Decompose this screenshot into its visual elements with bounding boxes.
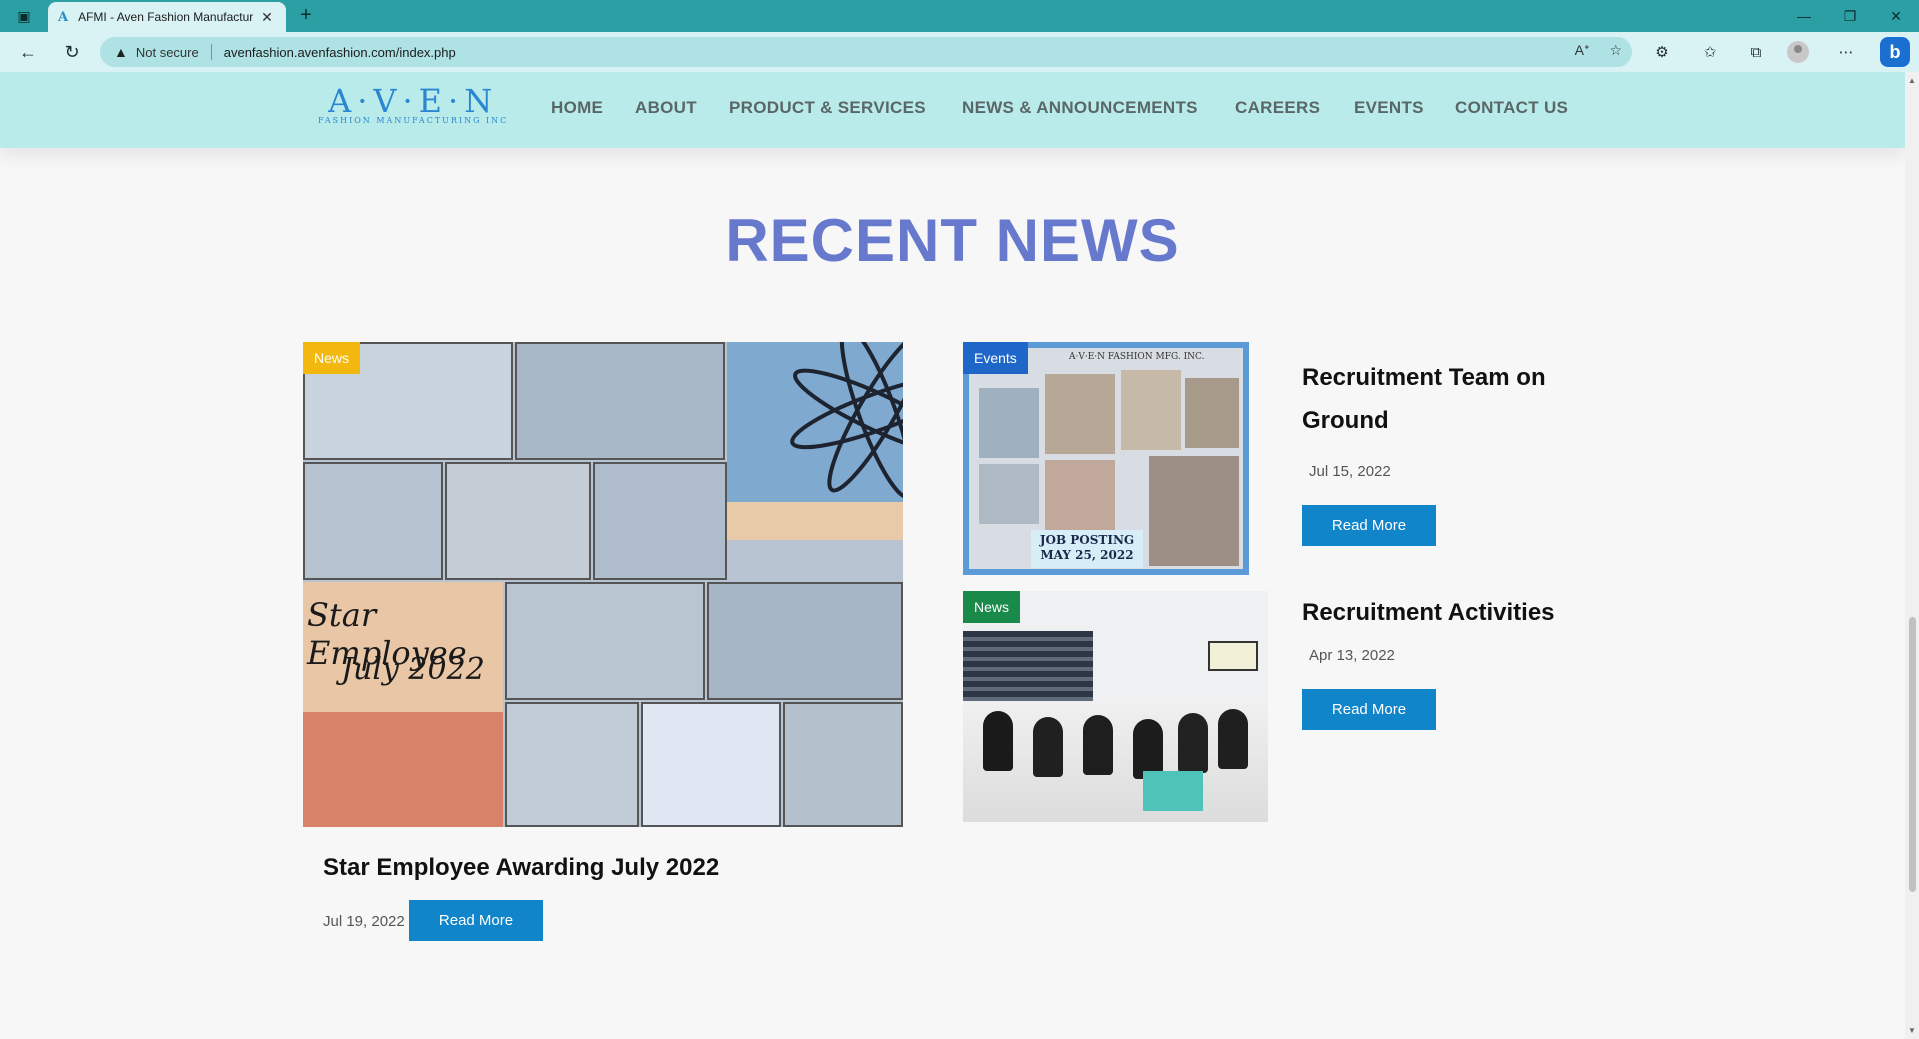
side-post-1-image[interactable]: Events A·V·E·N FASHION MFG. INC. JOB POS… xyxy=(963,342,1249,575)
star-employee-graphic: Star Employee July 2022 xyxy=(303,582,503,827)
side-post-1-date: Jul 15, 2022 xyxy=(1309,463,1391,480)
photo-tile xyxy=(707,582,903,700)
close-window-icon[interactable]: ✕ xyxy=(1873,0,1919,32)
vertical-scrollbar[interactable]: ▲ ▼ xyxy=(1905,72,1919,1039)
browser-tab-bar: ▣ A AFMI - Aven Fashion Manufactur ✕ + —… xyxy=(0,0,1919,32)
page-viewport: A·V·E·N FASHION MANUFACTURING INC HOME A… xyxy=(0,72,1905,1039)
job-posting-collage: A·V·E·N FASHION MFG. INC. JOB POSTING MA… xyxy=(963,342,1249,575)
photo-tile xyxy=(1121,370,1181,450)
url-divider xyxy=(210,44,212,60)
photo-tile xyxy=(505,582,705,700)
scroll-up-icon[interactable]: ▲ xyxy=(1908,76,1916,85)
refresh-icon[interactable]: ↻ xyxy=(58,39,86,65)
photo-tile xyxy=(1185,378,1239,448)
nav-about[interactable]: ABOUT xyxy=(635,98,697,118)
side-post-1-title[interactable]: Recruitment Team on Ground xyxy=(1302,356,1582,442)
scroll-down-icon[interactable]: ▼ xyxy=(1908,1026,1916,1035)
nav-contact-us[interactable]: CONTACT US xyxy=(1455,98,1568,118)
nav-products-services[interactable]: PRODUCT & SERVICES xyxy=(729,98,926,118)
collage-header-text: A·V·E·N FASHION MFG. INC. xyxy=(1069,352,1205,362)
address-toolbar: ← ↻ ▲ Not secure avenfashion.avenfashion… xyxy=(0,32,1919,72)
flower-icon xyxy=(727,342,903,540)
bing-icon[interactable]: b xyxy=(1880,37,1910,67)
restore-icon[interactable]: ❐ xyxy=(1827,0,1873,32)
person-silhouette xyxy=(983,711,1013,771)
site-logo[interactable]: A·V·E·N FASHION MANUFACTURING INC xyxy=(318,84,508,125)
favorites-icon[interactable]: ✩ xyxy=(1696,40,1724,64)
banner-line1: JOB POSTING xyxy=(1039,533,1135,547)
featured-post-image[interactable]: News Star Employee July 2022 xyxy=(303,342,903,827)
profile-avatar[interactable] xyxy=(1787,41,1809,63)
featured-read-more-button[interactable]: Read More xyxy=(409,900,543,941)
photo-tile xyxy=(1045,374,1115,454)
photo-tile xyxy=(1149,456,1239,566)
photo-tile xyxy=(979,464,1039,524)
read-aloud-icon[interactable]: Aᐩ xyxy=(1575,42,1590,59)
logo-tagline: FASHION MANUFACTURING INC xyxy=(318,116,509,125)
classroom-photo xyxy=(963,591,1268,822)
tv-screen xyxy=(1208,641,1258,671)
photo-tile xyxy=(1045,460,1115,530)
photo-tile xyxy=(783,702,903,827)
featured-post-title[interactable]: Star Employee Awarding July 2022 xyxy=(323,854,719,882)
job-posting-banner: JOB POSTING MAY 25, 2022 xyxy=(1031,530,1143,568)
overlay-text-line2: July 2022 xyxy=(341,652,485,687)
extensions-icon[interactable]: ⚙ xyxy=(1648,40,1676,64)
tab-actions-icon[interactable]: ▣ xyxy=(10,6,38,26)
address-bar[interactable]: ▲ Not secure avenfashion.avenfashion.com… xyxy=(100,37,1632,67)
side-post-2-date: Apr 13, 2022 xyxy=(1309,647,1395,664)
nav-careers[interactable]: CAREERS xyxy=(1235,98,1320,118)
category-badge[interactable]: News xyxy=(963,591,1021,623)
favorite-star-icon[interactable]: ☆ xyxy=(1609,42,1622,59)
person-silhouette xyxy=(1133,719,1163,779)
nav-events[interactable]: EVENTS xyxy=(1354,98,1424,118)
photo-tile xyxy=(445,462,591,580)
category-badge[interactable]: Events xyxy=(963,342,1028,374)
site-favicon-icon: A xyxy=(58,9,69,25)
collections-icon[interactable]: ⧉ xyxy=(1742,40,1770,64)
site-header: A·V·E·N FASHION MANUFACTURING INC HOME A… xyxy=(0,72,1905,148)
person-silhouette xyxy=(1218,709,1248,769)
photo-tile xyxy=(303,462,443,580)
section-title: RECENT NEWS xyxy=(725,207,1180,274)
not-secure-label: Not secure xyxy=(135,44,199,60)
clothing-illustration xyxy=(303,712,503,827)
photo-tile xyxy=(641,702,781,827)
new-tab-icon[interactable]: + xyxy=(294,4,318,28)
back-arrow-icon[interactable]: ← xyxy=(14,39,42,65)
featured-post-date: Jul 19, 2022 xyxy=(323,913,405,930)
side-post-2-read-more-button[interactable]: Read More xyxy=(1302,689,1436,730)
browser-tab[interactable]: A AFMI - Aven Fashion Manufactur ✕ xyxy=(48,2,286,32)
person-silhouette xyxy=(1033,717,1063,777)
category-badge[interactable]: News xyxy=(303,342,361,374)
minimize-icon[interactable]: — xyxy=(1781,0,1827,32)
side-post-2-title[interactable]: Recruitment Activities xyxy=(1302,591,1602,634)
photo-tile xyxy=(593,462,727,580)
photo-tile xyxy=(515,342,725,460)
person-silhouette xyxy=(1083,715,1113,775)
close-tab-icon[interactable]: ✕ xyxy=(258,9,276,26)
side-post-2-image[interactable]: News xyxy=(963,591,1268,822)
person-silhouette xyxy=(1178,713,1208,773)
nav-news-announcements[interactable]: NEWS & ANNOUNCEMENTS xyxy=(962,98,1198,118)
more-menu-icon[interactable]: ⋯ xyxy=(1832,40,1860,64)
scroll-thumb[interactable] xyxy=(1909,617,1916,892)
side-post-1-read-more-button[interactable]: Read More xyxy=(1302,505,1436,546)
photo-tile xyxy=(979,388,1039,458)
photo-tile xyxy=(505,702,639,827)
chair xyxy=(1143,771,1203,811)
logo-wordmark: A·V·E·N xyxy=(328,82,499,120)
tab-title: AFMI - Aven Fashion Manufactur xyxy=(78,10,254,24)
warning-triangle-icon: ▲ xyxy=(114,44,128,60)
nav-home[interactable]: HOME xyxy=(551,98,603,118)
decorative-flower xyxy=(727,342,903,540)
banner-line2: MAY 25, 2022 xyxy=(1040,548,1134,562)
url-text: avenfashion.avenfashion.com/index.php xyxy=(223,44,456,60)
